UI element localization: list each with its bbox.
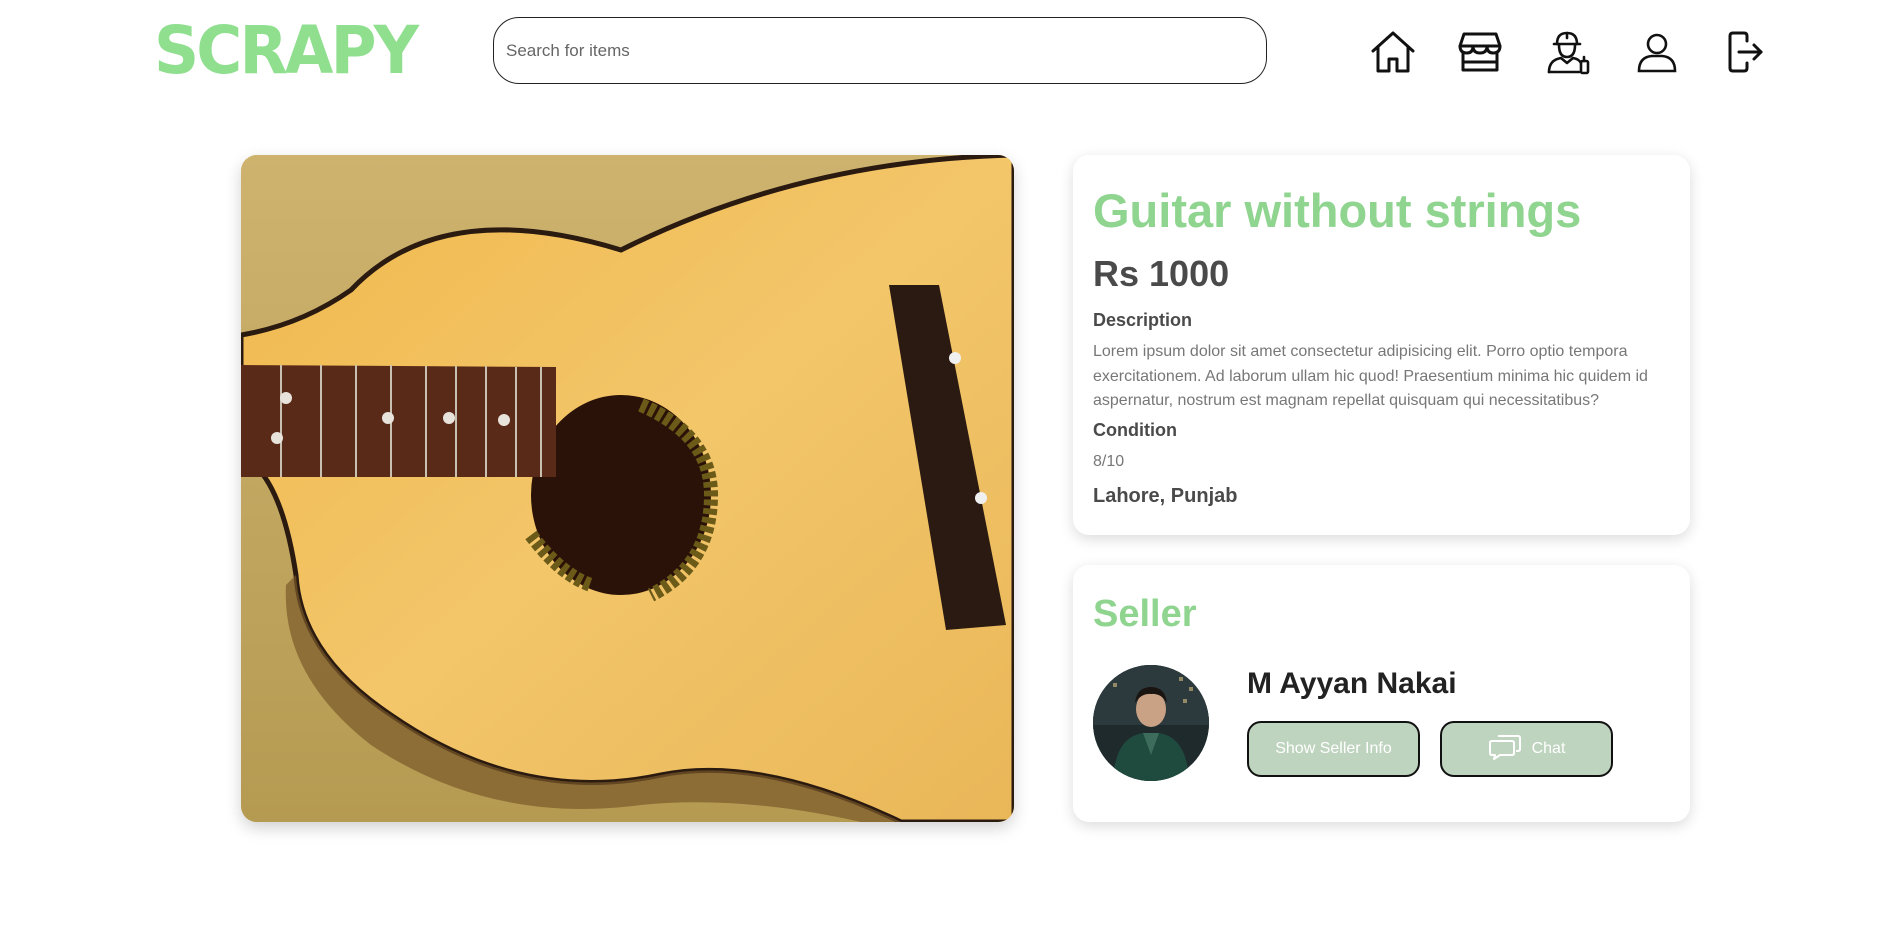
show-seller-info-label: Show Seller Info [1275, 740, 1392, 757]
scrapy-logo[interactable]: SCRAPY [154, 16, 419, 86]
worker-icon[interactable] [1540, 24, 1596, 80]
product-price: Rs 1000 [1093, 253, 1230, 294]
seller-name: M Ayyan Nakai [1247, 667, 1457, 700]
logout-icon[interactable] [1716, 24, 1772, 80]
show-seller-info-button[interactable]: Show Seller Info [1247, 721, 1420, 777]
description-label: Description [1093, 310, 1193, 330]
chat-label: Chat [1531, 740, 1566, 757]
chat-bubble-icon [1488, 734, 1522, 765]
search-input[interactable] [493, 17, 1267, 84]
seller-card: Seller M Ayyan Nakai Show Seller Info Ch [1073, 565, 1690, 822]
condition-value: 8/10 [1093, 453, 1125, 470]
product-title: Guitar without strings [1093, 184, 1582, 237]
product-location: Lahore, Punjab [1093, 485, 1238, 507]
top-navbar: SCRAPY [0, 0, 1897, 100]
user-icon[interactable] [1629, 24, 1685, 80]
store-icon[interactable] [1452, 24, 1508, 80]
product-image [241, 155, 1014, 822]
condition-label: Condition [1093, 420, 1177, 440]
description-text: Lorem ipsum dolor sit amet consectetur a… [1093, 343, 1648, 409]
chat-button[interactable]: Chat [1440, 721, 1613, 777]
product-details-card: Guitar without strings Rs 1000 Descripti… [1073, 155, 1690, 535]
seller-avatar [1093, 665, 1209, 781]
home-icon[interactable] [1365, 24, 1421, 80]
seller-heading: Seller [1093, 593, 1197, 635]
